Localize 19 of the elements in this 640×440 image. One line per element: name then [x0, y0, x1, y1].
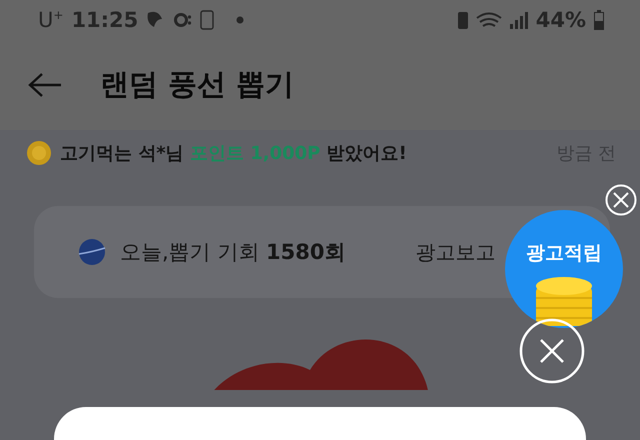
notice-message: 고기먹는 석*님 포인트 1,000P 받았어요!: [60, 142, 408, 165]
close-icon[interactable]: [605, 184, 637, 216]
close-icon[interactable]: [519, 318, 585, 384]
point-coin-icon: [26, 140, 52, 166]
battery-icon: [594, 10, 604, 30]
page-title: 랜덤 풍선 뽑기: [100, 66, 294, 103]
watch-ad-link[interactable]: 광고보고: [415, 238, 496, 266]
ring-icon: [174, 12, 192, 28]
carrier-label: U$^{+}$: [38, 8, 64, 32]
chance-count-text: 오늘,뽑기 기회 1580회: [120, 239, 346, 266]
wifi-icon: [476, 12, 502, 28]
back-arrow-icon[interactable]: [28, 72, 62, 98]
dot-icon: [236, 16, 244, 24]
ad-reward-badge[interactable]: 광고적립: [505, 210, 623, 328]
clock-time: 11:25: [71, 8, 138, 32]
battery-percent: 44%: [536, 8, 586, 32]
signal-icon: [510, 12, 528, 28]
planet-icon: [78, 238, 106, 266]
phone-icon: [200, 10, 214, 30]
